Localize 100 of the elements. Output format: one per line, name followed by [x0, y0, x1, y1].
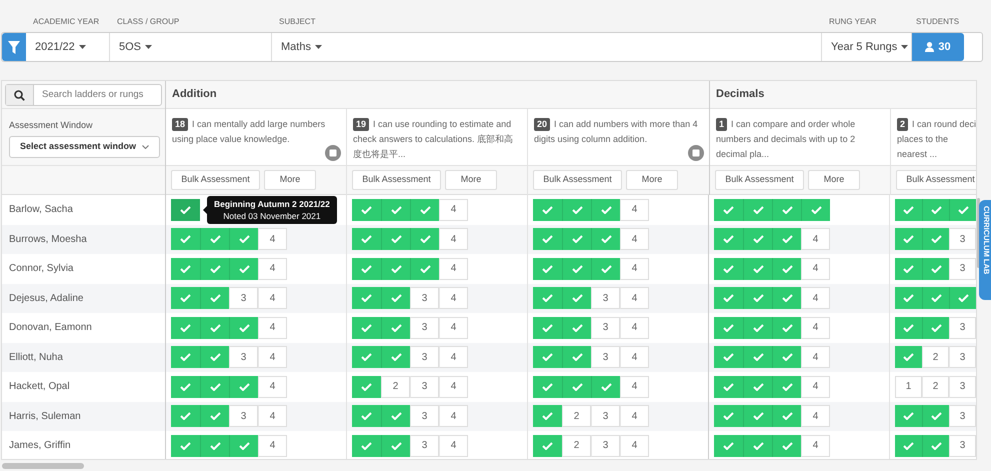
step-button[interactable]: 2 [922, 376, 949, 398]
achieved-step[interactable] [229, 316, 258, 339]
achieved-step[interactable] [533, 198, 562, 221]
achieved-step[interactable] [772, 346, 801, 368]
achieved-step[interactable] [801, 198, 830, 221]
step-button[interactable]: 3 [949, 376, 976, 398]
achieved-step[interactable] [171, 258, 200, 280]
achieved-step[interactable] [895, 316, 922, 339]
bulk-assessment-button[interactable]: Bulk Assessment [715, 170, 804, 190]
achieved-step[interactable] [743, 434, 772, 457]
achieved-step[interactable] [895, 198, 922, 221]
achieved-step[interactable] [229, 434, 258, 457]
step-button[interactable]: 4 [439, 316, 468, 339]
search-field[interactable]: Search ladders or rungs [5, 84, 162, 106]
achieved-step[interactable] [533, 434, 562, 457]
achieved-step[interactable] [410, 258, 439, 280]
achieved-step[interactable] [772, 316, 801, 339]
achieved-step[interactable] [229, 228, 258, 250]
achieved-step[interactable] [714, 228, 743, 250]
achieved-step[interactable] [410, 228, 439, 250]
filter-dropdown[interactable]: Maths [272, 33, 822, 61]
step-button[interactable]: 4 [620, 316, 649, 339]
achieved-step[interactable] [200, 228, 229, 250]
achieved-step[interactable] [714, 346, 743, 368]
achieved-step[interactable] [533, 316, 562, 339]
step-button[interactable]: 4 [620, 198, 649, 221]
step-button[interactable]: 3 [410, 405, 439, 428]
step-button[interactable]: 2 [562, 434, 591, 457]
achieved-step[interactable] [533, 287, 562, 310]
step-button[interactable]: 3 [410, 346, 439, 368]
achieved-step[interactable] [922, 198, 949, 221]
achieved-step[interactable] [895, 228, 922, 250]
achieved-step[interactable] [922, 287, 949, 310]
achieved-step[interactable] [562, 316, 591, 339]
step-button[interactable]: 1 [895, 376, 922, 398]
step-button[interactable]: 3 [410, 316, 439, 339]
step-button[interactable]: 4 [439, 434, 468, 457]
achieved-step[interactable] [772, 228, 801, 250]
filter-dropdown[interactable]: 2021/22 [26, 33, 110, 61]
achieved-step[interactable] [895, 258, 922, 280]
achieved-step[interactable] [562, 376, 591, 398]
step-button[interactable]: 4 [801, 405, 830, 428]
achieved-step[interactable] [922, 434, 949, 457]
achieved-step[interactable] [171, 434, 200, 457]
achieved-step[interactable] [772, 198, 801, 221]
step-button[interactable]: 4 [620, 287, 649, 310]
step-button[interactable]: 4 [620, 405, 649, 428]
achieved-step[interactable] [171, 376, 200, 398]
note-icon[interactable] [688, 145, 704, 161]
achieved-step[interactable] [381, 316, 410, 339]
more-button[interactable]: More [445, 170, 497, 190]
achieved-step[interactable] [743, 376, 772, 398]
achieved-step[interactable] [352, 316, 381, 339]
achieved-step[interactable] [591, 376, 620, 398]
step-button[interactable]: 4 [258, 405, 287, 428]
step-button[interactable]: 4 [801, 258, 830, 280]
step-button[interactable]: 3 [591, 405, 620, 428]
step-button[interactable]: 4 [801, 346, 830, 368]
step-button[interactable]: 3 [229, 287, 258, 310]
achieved-step[interactable] [714, 258, 743, 280]
step-button[interactable]: 4 [258, 228, 287, 250]
achieved-step[interactable] [562, 198, 591, 221]
achieved-step[interactable] [171, 316, 200, 339]
step-button[interactable]: 4 [620, 434, 649, 457]
step-button[interactable]: 3 [410, 434, 439, 457]
achieved-step[interactable] [714, 376, 743, 398]
step-button[interactable]: 4 [258, 258, 287, 280]
achieved-step[interactable] [895, 434, 922, 457]
achieved-step[interactable] [200, 287, 229, 310]
achieved-step[interactable] [562, 258, 591, 280]
step-button[interactable]: 3 [949, 346, 976, 368]
step-button[interactable]: 4 [801, 228, 830, 250]
achieved-step[interactable] [229, 376, 258, 398]
step-button[interactable]: 4 [620, 346, 649, 368]
achieved-step[interactable] [533, 228, 562, 250]
achieved-step[interactable] [591, 258, 620, 280]
step-button[interactable]: 2 [381, 376, 410, 398]
achieved-step[interactable] [381, 287, 410, 310]
achieved-step[interactable] [200, 258, 229, 280]
step-button[interactable]: 3 [591, 434, 620, 457]
achieved-step[interactable] [352, 198, 381, 221]
achieved-step[interactable] [895, 287, 922, 310]
achieved-step[interactable] [772, 258, 801, 280]
achieved-step[interactable] [714, 405, 743, 428]
step-button[interactable]: 3 [229, 346, 258, 368]
achieved-step[interactable] [200, 405, 229, 428]
step-button[interactable]: 3 [949, 258, 976, 280]
achieved-step[interactable] [743, 198, 772, 221]
more-button[interactable]: More [264, 170, 316, 190]
step-button[interactable]: 3 [410, 287, 439, 310]
achieved-step[interactable] [352, 376, 381, 398]
achieved-step[interactable] [591, 228, 620, 250]
achieved-step[interactable] [922, 316, 949, 339]
achieved-step[interactable] [743, 346, 772, 368]
step-button[interactable]: 2 [922, 346, 949, 368]
bulk-assessment-button[interactable]: Bulk Assessment [352, 170, 441, 190]
students-button[interactable]: 30 [912, 33, 964, 61]
achieved-step[interactable] [381, 405, 410, 428]
filter-dropdown[interactable]: 5OS [110, 33, 272, 61]
step-button[interactable]: 4 [801, 434, 830, 457]
